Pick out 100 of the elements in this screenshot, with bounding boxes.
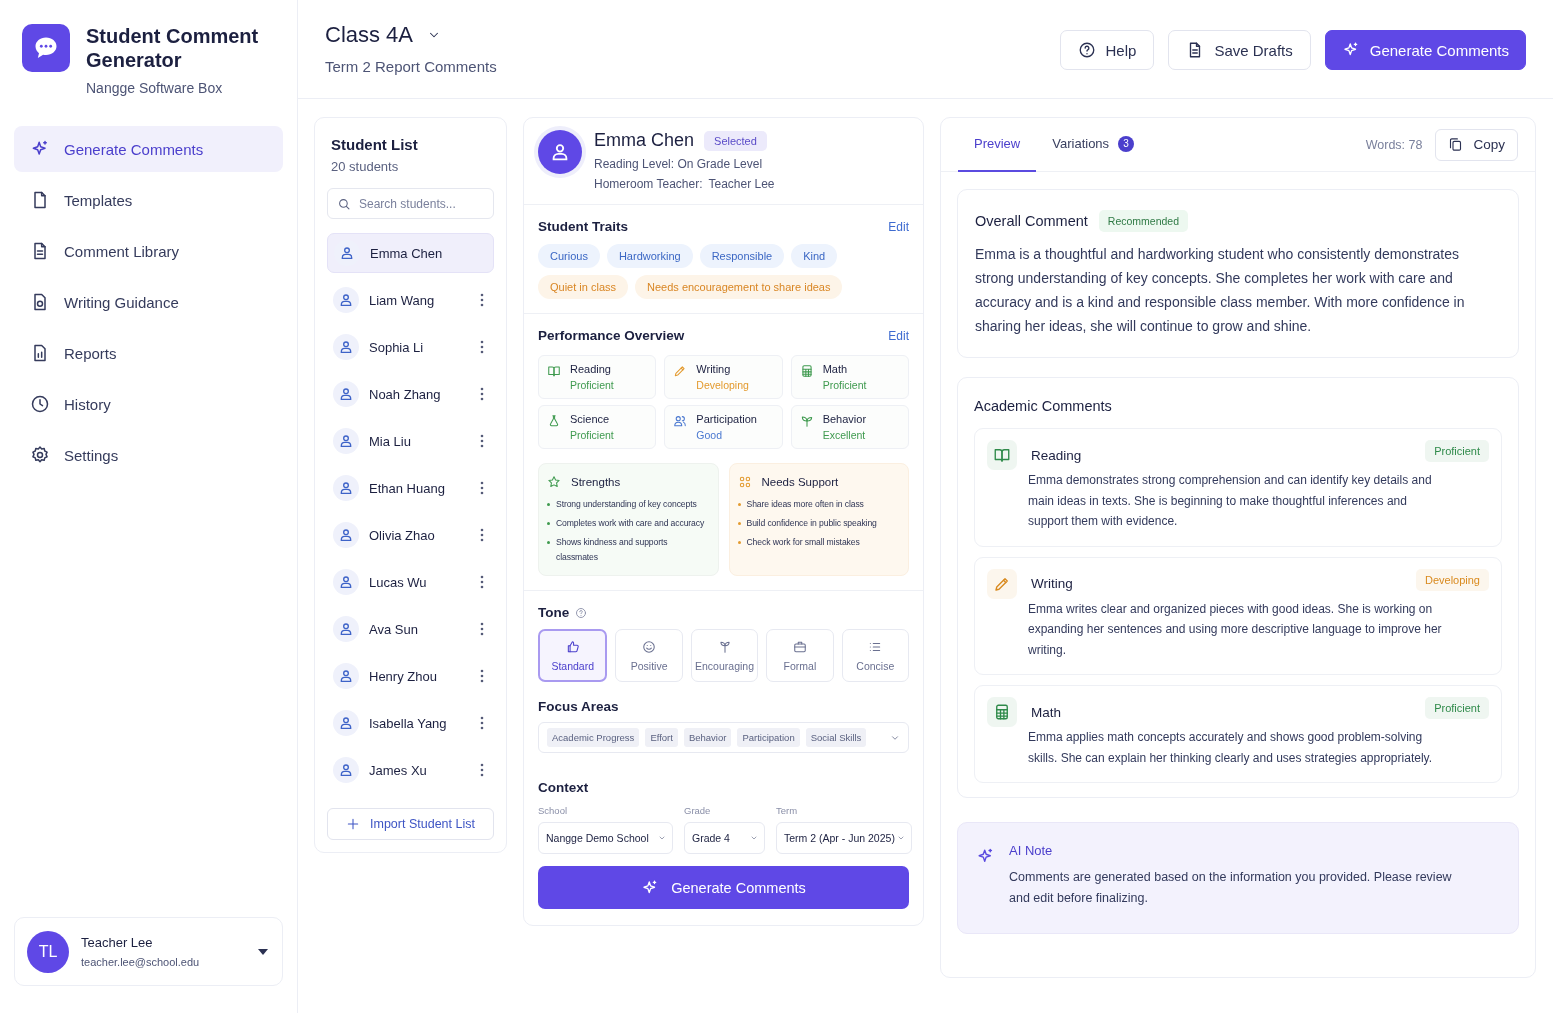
nav-item[interactable]: Reports <box>14 330 283 376</box>
more-menu-icon[interactable] <box>480 293 484 307</box>
more-menu-icon[interactable] <box>480 434 484 448</box>
teacher-name: Teacher Lee <box>708 177 775 191</box>
subject-name: Writing <box>1031 576 1073 591</box>
search-field[interactable]: Search students... <box>327 188 494 219</box>
nav-item[interactable]: Comment Library <box>14 228 283 274</box>
student-row[interactable]: Lucas Wu <box>327 562 494 602</box>
student-name: Henry Zhou <box>369 668 438 684</box>
dropdown[interactable]: Nangge Demo School <box>538 822 673 854</box>
note-text: Comments are generated based on the information you provided. Please review and edit before finalizing. <box>1009 869 1453 907</box>
sprout-icon <box>799 414 814 428</box>
person-icon <box>333 569 359 595</box>
user-avatar: TL <box>27 930 69 973</box>
generate-button[interactable]: Generate Comments <box>538 866 909 909</box>
user-email: teacher.lee@school.edu <box>81 956 201 968</box>
bullet-icon <box>547 541 550 544</box>
subject-name: Behavior <box>822 413 867 425</box>
person-icon <box>333 334 359 360</box>
more-menu-icon[interactable] <box>480 575 484 589</box>
more-menu-icon[interactable] <box>480 763 484 777</box>
edit-link[interactable]: Edit <box>888 328 909 343</box>
tone-option[interactable]: Standard <box>538 629 608 682</box>
more-menu-icon[interactable] <box>480 716 484 730</box>
student-avatar <box>538 130 582 174</box>
focus-tag: Behavior <box>683 728 732 747</box>
student-row[interactable]: Mia Liu <box>327 421 494 461</box>
tone-option[interactable]: Concise <box>841 629 910 682</box>
focus-areas-field[interactable]: Academic Progress Effort Behavior Participation Social Skills <box>538 722 909 753</box>
person-icon <box>333 757 359 783</box>
class-title: Class 4A <box>325 22 414 48</box>
tab[interactable]: Variations 3 <box>1036 117 1151 172</box>
subject-level: Good <box>696 429 723 441</box>
search-icon <box>337 197 351 211</box>
more-menu-icon[interactable] <box>480 669 484 683</box>
student-row[interactable]: Ethan Huang <box>327 468 494 508</box>
section-title: Focus Areas <box>538 699 620 714</box>
student-row[interactable]: Olivia Zhao <box>327 515 494 555</box>
nav-item[interactable]: Settings <box>14 432 283 478</box>
page-subtitle: Term 2 Report Comments <box>325 58 497 75</box>
bullet-icon <box>737 522 741 525</box>
tone-option[interactable]: Encouraging <box>690 629 759 682</box>
tab[interactable]: Preview <box>958 117 1037 172</box>
tone-option[interactable]: Formal <box>766 629 834 682</box>
subject-name: Science <box>570 413 611 425</box>
star-icon <box>547 475 561 489</box>
student-row[interactable]: Noah Zhang <box>327 374 494 414</box>
student-row[interactable]: Isabella Yang <box>327 703 494 743</box>
comment-text: Emma is a thoughtful and hardworking student who consistently demonstrates strong understanding of key concepts. She completes her work with care and accuracy and is a kind and responsible class member. With more confidence in sharing her ideas, she will continue to grow and shine. <box>975 245 1466 336</box>
list-text: Share ideas more often in class <box>746 498 864 511</box>
nav-item[interactable]: Generate Comments <box>14 126 283 172</box>
dropdown[interactable]: Grade 4 <box>684 822 765 854</box>
header-button[interactable]: Save Drafts <box>1168 30 1311 70</box>
more-menu-icon[interactable] <box>480 340 484 354</box>
student-row[interactable]: Henry Zhou <box>327 656 494 696</box>
student-name: Emma Chen <box>594 130 695 151</box>
bullet-icon <box>737 503 741 506</box>
nav-item[interactable]: History <box>14 381 283 427</box>
nav-item[interactable]: Writing Guidance <box>14 279 283 325</box>
chevron-down-icon <box>658 834 666 842</box>
trait-tag: Kind <box>791 244 838 268</box>
person-icon <box>333 663 359 689</box>
dropdown[interactable]: Term 2 (Apr - Jun 2025) <box>776 822 912 854</box>
section-title: Performance Overview <box>538 328 685 343</box>
more-menu-icon[interactable] <box>480 481 484 495</box>
student-name: Olivia Zhao <box>369 527 436 543</box>
focus-tag: Social Skills <box>805 728 867 747</box>
student-row[interactable]: James Xu <box>327 750 494 790</box>
subject-name: Participation <box>696 413 757 425</box>
more-menu-icon[interactable] <box>480 528 484 542</box>
four-circles-icon <box>737 475 752 489</box>
count-badge: 3 <box>1118 135 1135 152</box>
more-menu-icon[interactable] <box>480 387 484 401</box>
status-badge: Selected <box>704 130 767 151</box>
subject-name: Math <box>822 363 849 375</box>
help-icon <box>575 606 588 619</box>
import-button[interactable]: Import Student List <box>327 808 494 840</box>
caret-icon <box>258 948 268 955</box>
tone-option[interactable]: Positive <box>615 629 683 682</box>
clock-icon <box>30 394 50 414</box>
student-row[interactable]: Emma Chen <box>327 233 494 273</box>
nav-item[interactable]: Templates <box>14 177 283 223</box>
student-row[interactable]: Ava Sun <box>327 609 494 649</box>
sprout-icon <box>717 639 732 654</box>
plus-icon <box>346 817 361 831</box>
subject-name: Math <box>1031 704 1061 720</box>
person-icon <box>333 522 359 548</box>
list-text: Check work for small mistakes <box>746 536 860 549</box>
student-row[interactable]: Sophia Li <box>327 327 494 367</box>
student-row[interactable]: Liam Wang <box>327 280 494 320</box>
header-button[interactable]: Help <box>1059 30 1155 70</box>
student-name: Ethan Huang <box>369 480 446 496</box>
help-icon <box>1077 41 1096 59</box>
more-menu-icon[interactable] <box>480 622 484 636</box>
subject-name: Reading <box>1031 447 1082 463</box>
copy-button[interactable]: Copy <box>1435 128 1518 161</box>
section-title: Tone <box>538 605 570 620</box>
header-button[interactable]: Generate Comments <box>1324 30 1526 70</box>
user-card[interactable]: TL Teacher Lee teacher.lee@school.edu <box>14 917 283 986</box>
edit-link[interactable]: Edit <box>888 219 909 234</box>
